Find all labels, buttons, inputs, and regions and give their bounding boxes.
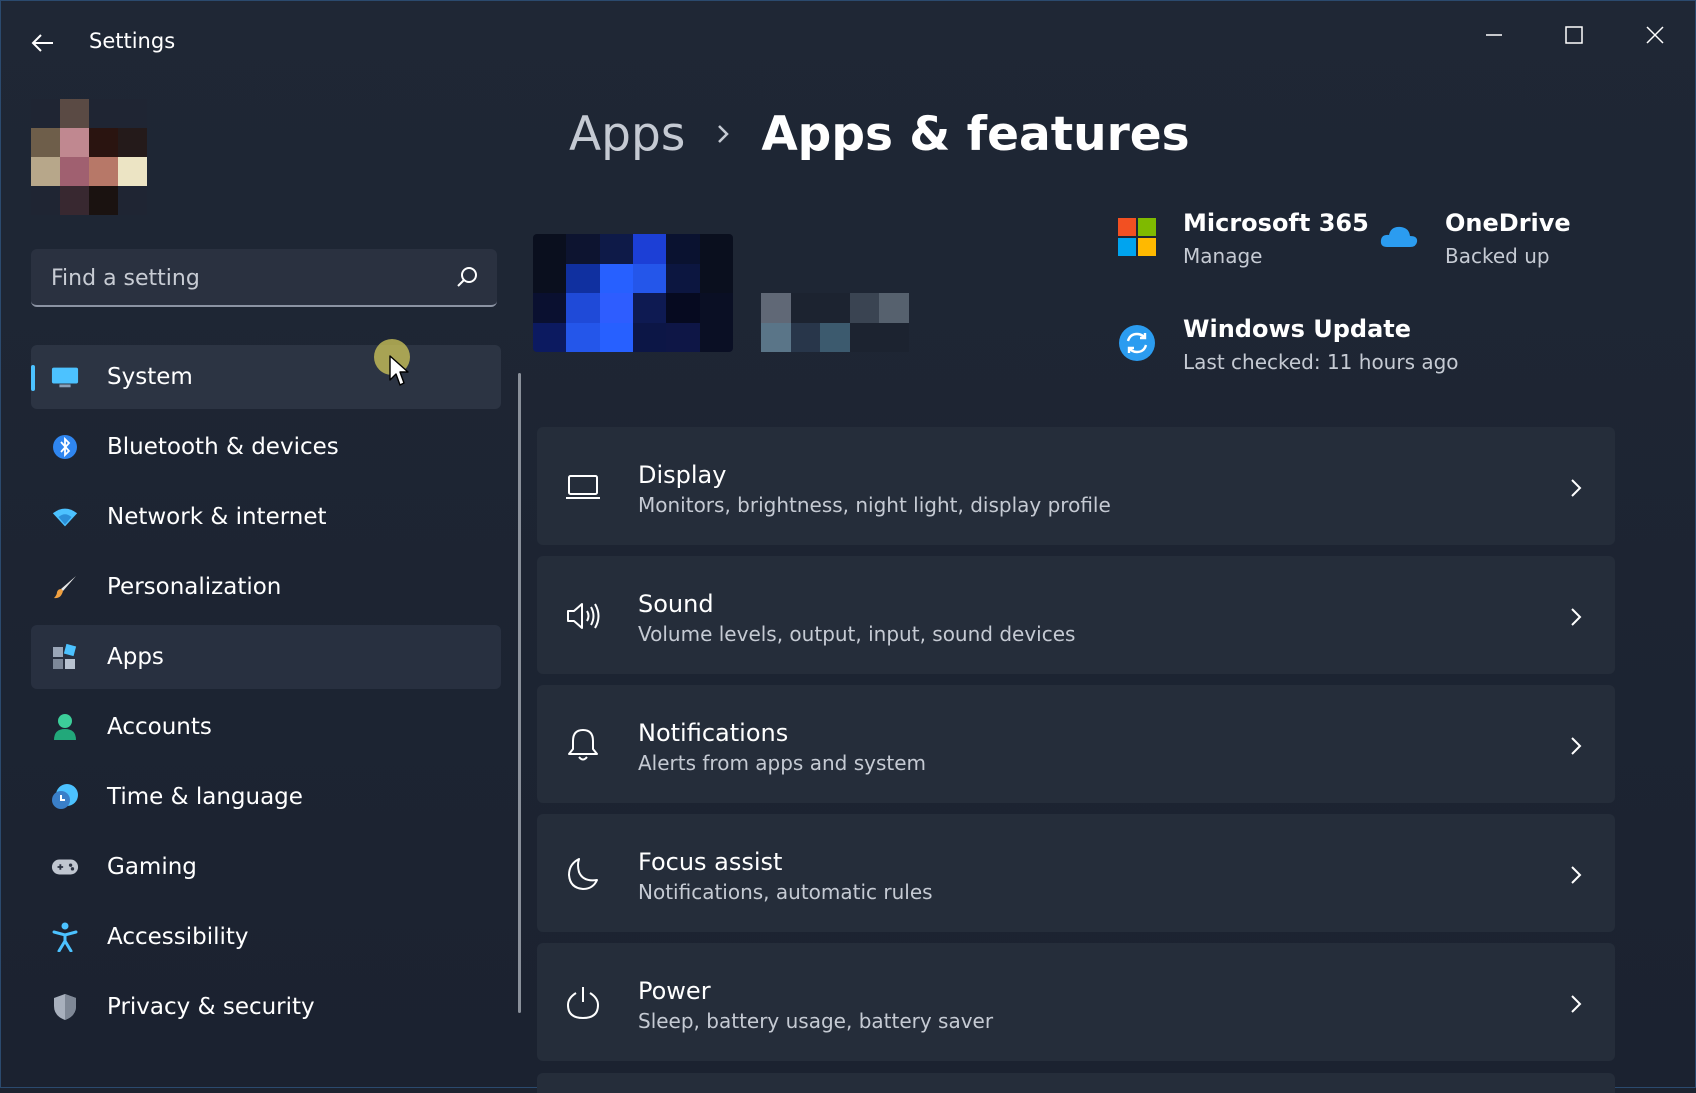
person-icon: [51, 713, 79, 741]
accessibility-icon: [51, 922, 79, 952]
card-title: Power: [638, 977, 711, 1005]
page-title: Apps & features: [761, 106, 1190, 162]
sidebar-item-label: Accounts: [107, 714, 212, 740]
sidebar-item-gaming[interactable]: Gaming: [31, 835, 501, 899]
minimize-icon: [1486, 34, 1502, 36]
sync-icon: [1119, 325, 1155, 361]
quick-link-sub: Backed up: [1445, 244, 1550, 268]
close-icon: [1646, 26, 1664, 44]
microsoft-logo-icon: [1118, 218, 1156, 256]
chevron-right-icon: [1571, 995, 1582, 1013]
bluetooth-icon: [51, 433, 79, 461]
device-name: [761, 293, 909, 352]
apps-icon: [51, 643, 79, 671]
card-title: Notifications: [638, 719, 789, 747]
brush-icon: [51, 573, 79, 601]
power-card[interactable]: Power Sleep, battery usage, battery save…: [537, 943, 1615, 1061]
sidebar-item-system[interactable]: System: [31, 345, 501, 409]
settings-window: Settings System: [0, 0, 1696, 1093]
bell-icon: [568, 729, 598, 761]
controller-icon: [51, 853, 79, 881]
sidebar-item-label: Privacy & security: [107, 994, 315, 1020]
sidebar-item-label: Network & internet: [107, 504, 327, 530]
search-box[interactable]: [31, 249, 497, 307]
search-input[interactable]: [49, 249, 453, 307]
quick-link-sub: Last checked: 11 hours ago: [1183, 350, 1459, 374]
sidebar-item-apps[interactable]: Apps: [31, 625, 501, 689]
quick-link-title: Microsoft 365: [1183, 209, 1369, 237]
breadcrumb: Apps Apps & features: [569, 99, 1190, 169]
sidebar-item-network[interactable]: Network & internet: [31, 485, 501, 549]
shield-icon: [51, 993, 79, 1021]
sidebar-item-personalization[interactable]: Personalization: [31, 555, 501, 619]
sidebar-item-label: Bluetooth & devices: [107, 434, 339, 460]
sidebar-nav: System Bluetooth & devices Network & int…: [31, 345, 501, 1045]
sidebar-item-label: Apps: [107, 644, 164, 670]
sidebar-item-label: System: [107, 364, 193, 390]
sidebar-item-label: Time & language: [107, 784, 303, 810]
card-subtitle: Alerts from apps and system: [638, 751, 926, 775]
card-title: Display: [638, 461, 727, 489]
sidebar-scrollbar[interactable]: [518, 373, 521, 1013]
sidebar-item-bluetooth[interactable]: Bluetooth & devices: [31, 415, 501, 479]
chevron-right-icon: [1571, 737, 1582, 755]
title-bar: Settings: [1, 1, 1695, 81]
sidebar-item-label: Gaming: [107, 854, 197, 880]
close-button[interactable]: [1627, 13, 1683, 57]
sound-card[interactable]: Sound Volume levels, output, input, soun…: [537, 556, 1615, 674]
minimize-button[interactable]: [1466, 13, 1522, 57]
mouse-cursor-icon: [389, 355, 409, 386]
sidebar-item-label: Accessibility: [107, 924, 249, 950]
onedrive-link[interactable]: OneDrive Backed up: [1379, 207, 1571, 273]
clock-globe-icon: [51, 783, 79, 811]
device-image: [533, 234, 733, 352]
display-card[interactable]: Display Monitors, brightness, night ligh…: [537, 427, 1615, 545]
cloud-icon: [1380, 226, 1418, 247]
app-title: Settings: [89, 29, 176, 53]
quick-link-sub: Manage: [1183, 244, 1263, 268]
sidebar-item-accounts[interactable]: Accounts: [31, 695, 501, 759]
card-subtitle: Notifications, automatic rules: [638, 880, 933, 904]
speaker-icon: [567, 603, 600, 629]
chevron-right-icon: [1571, 479, 1582, 497]
sidebar-item-accessibility[interactable]: Accessibility: [31, 905, 501, 969]
search-icon[interactable]: [455, 265, 479, 289]
card-title: Sound: [638, 590, 714, 618]
back-button[interactable]: [23, 23, 63, 63]
focus-assist-card[interactable]: Focus assist Notifications, automatic ru…: [537, 814, 1615, 932]
maximize-icon: [1565, 26, 1583, 44]
chevron-right-icon: [1571, 608, 1582, 626]
avatar[interactable]: [31, 99, 147, 215]
card-title: Focus assist: [638, 848, 783, 876]
quick-link-title: Windows Update: [1183, 315, 1412, 343]
wifi-icon: [51, 503, 79, 531]
chevron-right-icon: [718, 125, 730, 143]
maximize-button[interactable]: [1546, 13, 1602, 57]
microsoft-365-link[interactable]: Microsoft 365 Manage: [1117, 207, 1369, 273]
monitor-icon: [51, 363, 79, 391]
settings-list: Display Monitors, brightness, night ligh…: [537, 427, 1615, 1072]
chevron-right-icon: [1571, 866, 1582, 884]
sidebar-item-time-language[interactable]: Time & language: [31, 765, 501, 829]
laptop-icon: [566, 475, 600, 499]
next-card-peek: [537, 1073, 1615, 1093]
notifications-card[interactable]: Notifications Alerts from apps and syste…: [537, 685, 1615, 803]
back-arrow-icon: [31, 34, 53, 52]
quick-link-title: OneDrive: [1445, 209, 1571, 237]
breadcrumb-parent[interactable]: Apps: [569, 107, 685, 162]
sidebar-item-label: Personalization: [107, 574, 282, 600]
power-icon: [566, 987, 600, 1020]
windows-update-link[interactable]: Windows Update Last checked: 11 hours ag…: [1117, 313, 1459, 379]
card-subtitle: Volume levels, output, input, sound devi…: [638, 622, 1076, 646]
card-subtitle: Monitors, brightness, night light, displ…: [638, 493, 1111, 517]
moon-icon: [568, 858, 598, 890]
card-subtitle: Sleep, battery usage, battery saver: [638, 1009, 994, 1033]
sidebar-item-privacy[interactable]: Privacy & security: [31, 975, 501, 1039]
